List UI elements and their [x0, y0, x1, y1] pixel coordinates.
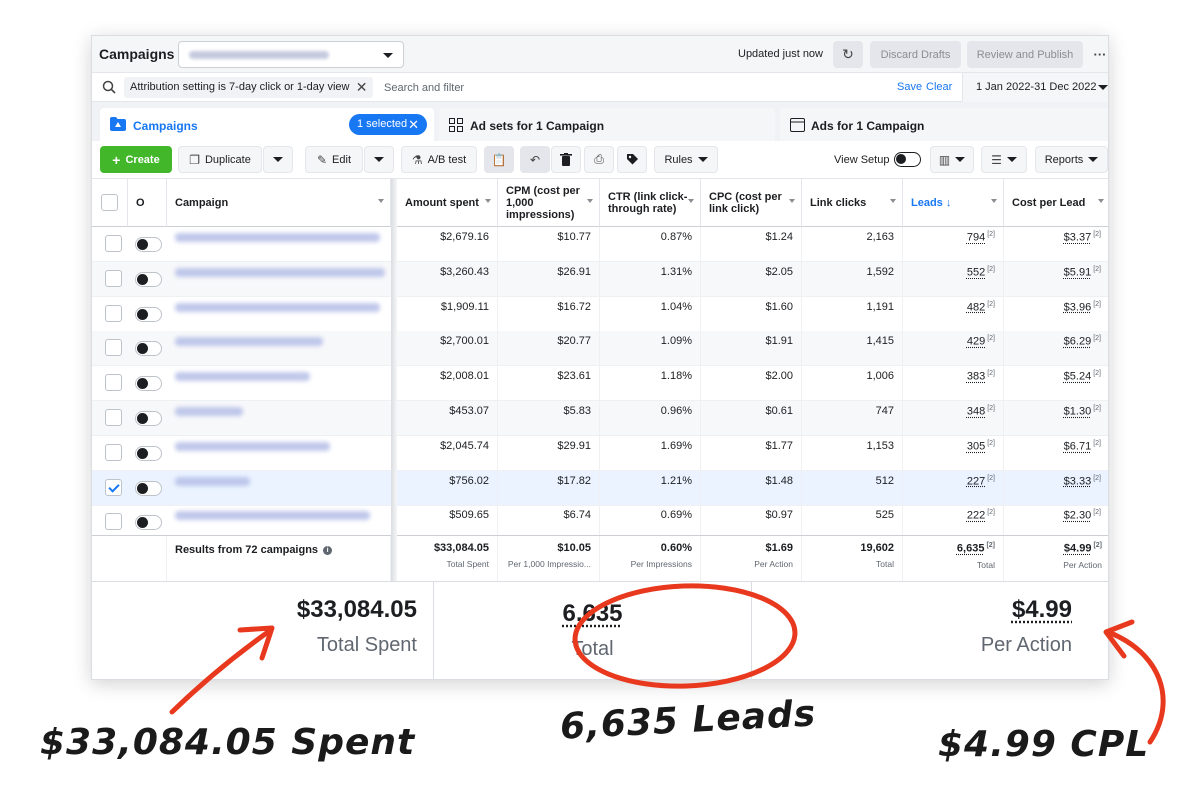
leads-circle-icon [572, 583, 798, 689]
annotation-spent: $33,084.05 Spent [40, 722, 416, 763]
annotation-overlay [169, 583, 1166, 745]
annotation-cpl: $4.99 CPL [938, 724, 1150, 765]
arrow-to-spent-icon [169, 629, 271, 715]
